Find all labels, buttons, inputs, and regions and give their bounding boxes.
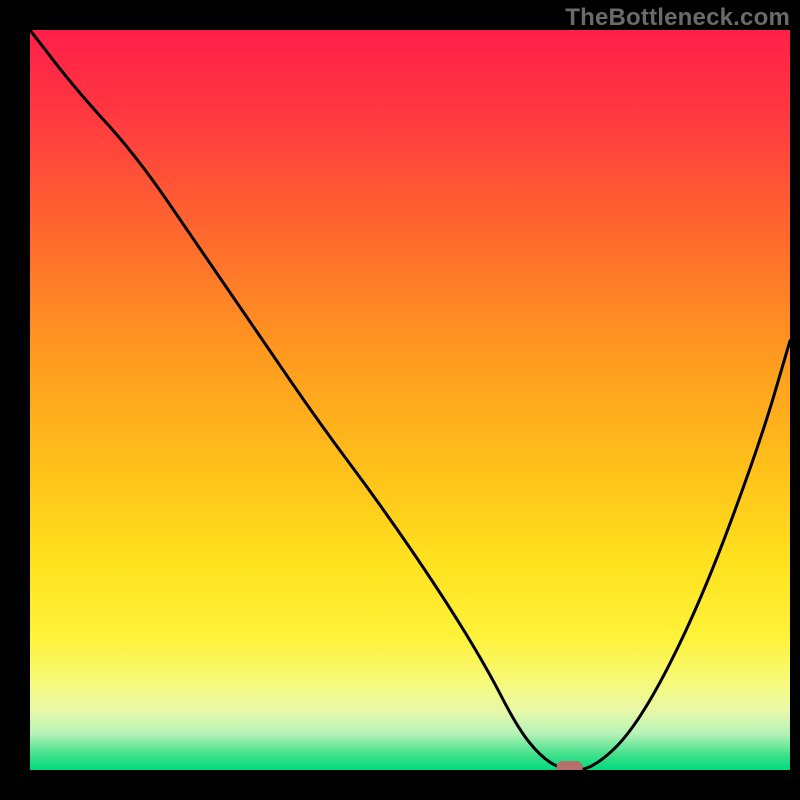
gradient-background: [30, 30, 790, 770]
optimum-marker: [557, 761, 583, 770]
chart-frame: TheBottleneck.com: [0, 0, 800, 800]
watermark-text: TheBottleneck.com: [565, 4, 790, 32]
chart-svg: [30, 30, 790, 770]
plot-area: [30, 30, 790, 770]
